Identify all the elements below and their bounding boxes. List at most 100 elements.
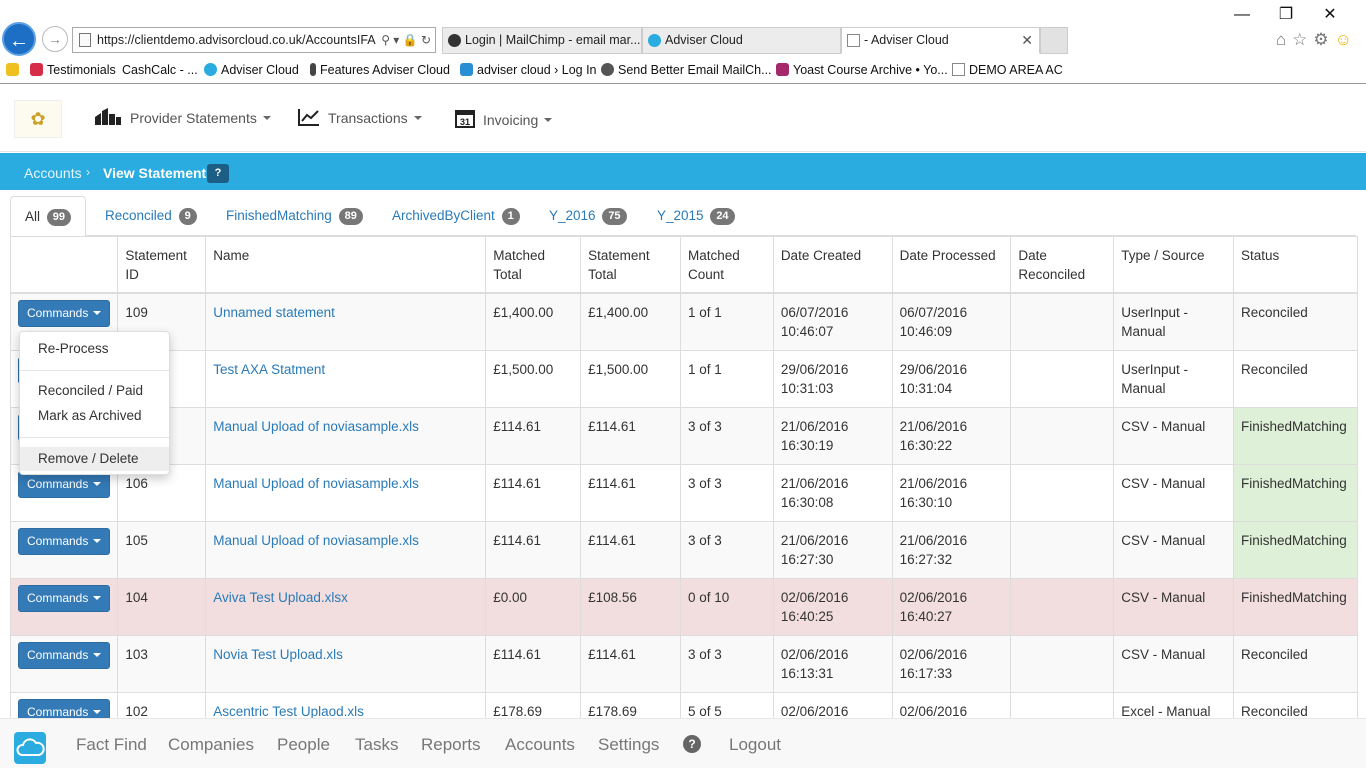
close-tab-icon[interactable]: ✕ (1021, 28, 1033, 53)
svg-text:31: 31 (460, 117, 470, 127)
type-source: CSV - Manual (1113, 635, 1234, 693)
address-url: https://clientdemo.advisorcloud.co.uk/Ac… (97, 33, 376, 47)
menu-item-reconciled-paid[interactable]: Reconciled / Paid (20, 379, 169, 403)
menu-transactions[interactable]: Transactions (298, 108, 422, 126)
date-created: 21/06/2016 16:30:19 (772, 407, 893, 465)
status-cell: Reconciled (1232, 635, 1359, 693)
nav-fact-find[interactable]: Fact Find (76, 735, 147, 755)
restore-icon[interactable]: ❐ (1264, 4, 1308, 24)
nav-people[interactable]: People (277, 735, 330, 755)
favorite-features[interactable]: Features Adviser Cloud (310, 63, 450, 77)
back-arrow-icon[interactable]: ← (2, 22, 36, 56)
nav-settings[interactable]: Settings (598, 735, 659, 755)
button-label: Commands (27, 306, 89, 320)
favorite-label: Features Adviser Cloud (320, 63, 450, 77)
statement-link[interactable]: Manual Upload of noviasample.xls (213, 419, 419, 434)
count-badge: 99 (46, 209, 72, 226)
home-icon[interactable]: ⌂ (1276, 30, 1292, 49)
date-processed: 21/06/2016 16:30:10 (891, 464, 1012, 522)
column-header: Type / Source (1113, 236, 1234, 294)
close-window-icon[interactable]: ✕ (1308, 4, 1352, 24)
menu-invoicing[interactable]: 31 Invoicing (455, 108, 553, 128)
nav-logout[interactable]: Logout (729, 735, 781, 755)
statement-link[interactable]: Manual Upload of noviasample.xls (213, 476, 419, 491)
breadcrumb-current: View Statements (103, 165, 215, 181)
nav-tasks[interactable]: Tasks (355, 735, 398, 755)
app-header: ✿ Provider Statements Transactions 31 In… (0, 85, 1366, 152)
statement-link[interactable]: Ascentric Test Uplaod.xls (213, 704, 364, 719)
help-icon[interactable]: ? (207, 164, 229, 183)
statement-link[interactable]: Aviva Test Upload.xlsx (213, 590, 348, 605)
date-reconciled (1010, 578, 1115, 636)
browser-tab-active[interactable]: - Adviser Cloud ✕ (841, 27, 1040, 54)
nav-accounts[interactable]: Accounts (505, 735, 575, 755)
column-header: Matched Count (679, 236, 774, 294)
tab-title: Adviser Cloud (665, 33, 743, 47)
cloud-logo-icon[interactable] (14, 732, 46, 764)
commands-button[interactable]: Commands (18, 528, 111, 555)
statement-link[interactable]: Test AXA Statment (213, 362, 325, 377)
matched-count: 3 of 3 (679, 635, 774, 693)
tab-reconciled[interactable]: Reconciled 9 (91, 196, 211, 236)
favorite-testimonials[interactable]: Testimonials (30, 63, 116, 77)
gear-icon[interactable]: ⚙ (1313, 30, 1334, 49)
favorite-adviser-login[interactable]: adviser cloud › Log In (460, 63, 597, 77)
count-badge: 24 (710, 208, 735, 225)
star-icon[interactable]: ☆ (1292, 30, 1313, 49)
favorites-star-icon[interactable] (6, 63, 23, 77)
statement-total: £1,500.00 (580, 350, 681, 408)
statement-link[interactable]: Unnamed statement (213, 305, 335, 320)
menu-provider-statements[interactable]: Provider Statements (94, 108, 271, 126)
forward-arrow-icon[interactable]: → (42, 26, 68, 52)
statement-total: £114.61 (580, 464, 681, 522)
minimize-icon[interactable]: — (1220, 6, 1264, 24)
favorite-demo-area[interactable]: DEMO AREA AC (952, 63, 1063, 77)
commands-button[interactable]: Commands (18, 585, 111, 612)
statement-link[interactable]: Manual Upload of noviasample.xls (213, 533, 419, 548)
statement-link[interactable]: Novia Test Upload.xls (213, 647, 343, 662)
line-chart-icon (298, 109, 319, 126)
menu-item-remove-delete[interactable]: Remove / Delete (20, 447, 169, 471)
nav-companies[interactable]: Companies (168, 735, 254, 755)
tab-label: FinishedMatching (226, 208, 332, 223)
tab-label: Reconciled (105, 208, 172, 223)
page-icon (79, 33, 91, 47)
matched-total: £0.00 (485, 578, 582, 636)
filter-tabs: All 99 Reconciled 9 FinishedMatching 89 … (10, 196, 1356, 237)
tab-all[interactable]: All 99 (10, 196, 87, 237)
favorite-yoast[interactable]: Yoast Course Archive • Yo... (776, 63, 948, 77)
menu-item-reprocess[interactable]: Re-Process (20, 337, 169, 361)
status-cell: FinishedMatching (1232, 578, 1359, 636)
commands-button[interactable]: Commands (18, 471, 111, 498)
tab-y-2016[interactable]: Y_2016 75 (535, 196, 641, 236)
status-cell: Reconciled (1232, 350, 1359, 408)
column-header: Statement ID (117, 236, 207, 294)
help-icon[interactable]: ? (683, 735, 701, 753)
menu-item-mark-archived[interactable]: Mark as Archived (20, 404, 169, 428)
browser-tab-adviser-cloud[interactable]: Adviser Cloud (642, 27, 841, 54)
favorite-cashcalc[interactable]: CashCalc - ... (122, 63, 198, 77)
smiley-icon[interactable]: ☺ (1335, 30, 1358, 49)
address-bar[interactable]: https://clientdemo.advisorcloud.co.uk/Ac… (72, 27, 436, 53)
tab-finishedmatching[interactable]: FinishedMatching 89 (212, 196, 377, 236)
tab-y-2015[interactable]: Y_2015 24 (643, 196, 749, 236)
nav-reports[interactable]: Reports (421, 735, 481, 755)
commands-button[interactable]: Commands (18, 300, 111, 327)
count-badge: 75 (602, 208, 627, 225)
breadcrumb-accounts-link[interactable]: Accounts (24, 165, 82, 181)
favorite-mailchimp[interactable]: Send Better Email MailCh... (601, 63, 772, 77)
button-label: Commands (27, 534, 89, 548)
calendar-icon: 31 (455, 110, 475, 128)
table-row: Commands 103 Novia Test Upload.xls £114.… (9, 635, 1359, 693)
browser-tab-mailchimp[interactable]: Login | MailChimp - email mar... (442, 27, 642, 54)
matched-total: £1,500.00 (485, 350, 582, 408)
new-tab-button[interactable] (1040, 27, 1068, 54)
tab-archivedbyclient[interactable]: ArchivedByClient 1 (378, 196, 534, 236)
company-logo[interactable]: ✿ (14, 100, 62, 138)
date-processed: 29/06/2016 10:31:04 (891, 350, 1012, 408)
commands-button[interactable]: Commands (18, 642, 111, 669)
date-processed: 02/06/2016 16:17:33 (891, 635, 1012, 693)
address-bar-icons[interactable]: ⚲ ▾ 🔒 ↻ (377, 28, 431, 52)
statement-id: 103 (117, 635, 207, 693)
favorite-adviser-cloud[interactable]: Adviser Cloud (204, 63, 299, 77)
